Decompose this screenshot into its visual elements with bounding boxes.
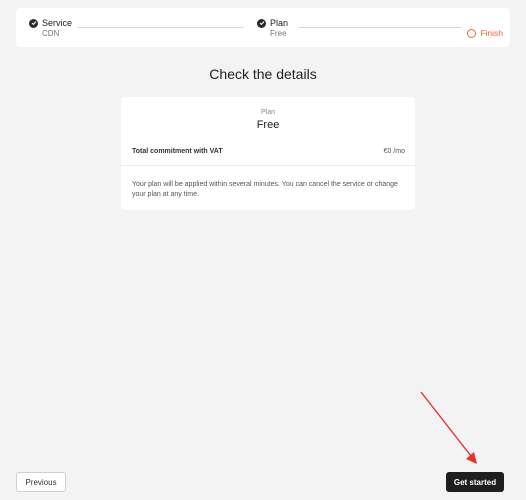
circle-outline-icon [467,28,477,38]
step-plan-title: Plan [270,18,289,28]
step-plan-value: Free [270,29,287,38]
step-finish[interactable]: Finish [467,28,503,38]
commitment-label: Total commitment with VAT [132,148,223,155]
step-connector [78,27,244,28]
step-connector [298,27,462,28]
get-started-button[interactable]: Get started [446,472,504,492]
step-finish-label: Finish [480,28,503,38]
step-service-title: Service [42,18,73,28]
commitment-value: €0 /mo [383,148,405,155]
stepper: Service CDN Plan Free Finish [16,8,510,47]
plan-value: Free [256,119,280,131]
plan-label: Plan [260,109,275,116]
check-circle-icon [257,18,266,28]
card-divider [121,165,415,166]
previous-button[interactable]: Previous [16,472,66,492]
step-service[interactable]: Service CDN [29,18,72,39]
plan-summary-card: Plan Free Total commitment with VAT €0 /… [121,97,415,210]
plan-note: Your plan will be applied within several… [132,181,398,198]
check-circle-icon [29,18,38,28]
page-title: Check the details [209,66,317,82]
step-service-value: CDN [42,29,60,38]
step-plan[interactable]: Plan Free [257,18,288,39]
